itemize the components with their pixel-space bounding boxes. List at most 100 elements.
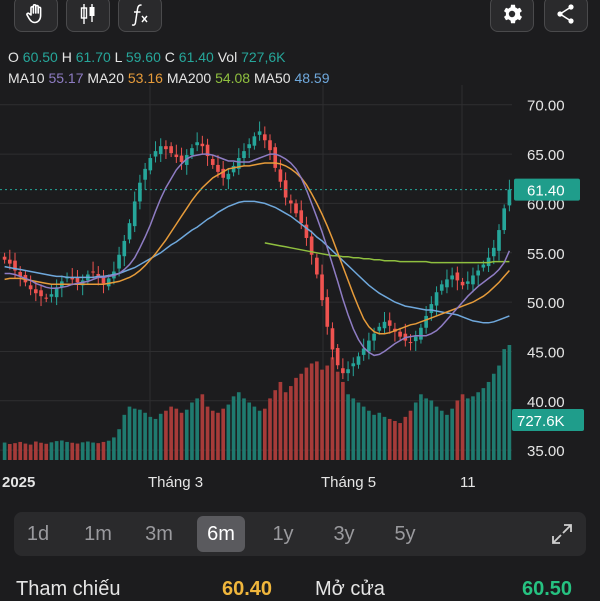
candle-body (335, 347, 340, 366)
tab-5y[interactable]: 5y (381, 516, 429, 552)
volume-bar (54, 441, 59, 460)
volume-bar (278, 381, 283, 460)
tab-6m[interactable]: 6m (197, 516, 245, 552)
open-label: O (8, 49, 19, 65)
volume-bar (502, 349, 507, 460)
volume-bar (143, 412, 147, 460)
ma200-label: MA200 (166, 70, 212, 86)
candle-body (39, 290, 43, 297)
candle-body (179, 155, 184, 162)
ma10-value: 55.17 (48, 70, 84, 86)
volume-bar (70, 442, 75, 460)
volume-bar (101, 441, 106, 460)
volume-bar (335, 371, 340, 460)
candle-body (169, 146, 173, 154)
candle-body (377, 326, 382, 331)
settings-button[interactable] (490, 0, 534, 32)
candle-body (91, 271, 95, 273)
volume-bar (138, 409, 142, 460)
candle-body (153, 151, 158, 157)
open-price-value: 60.50 (522, 578, 573, 600)
candle-body (216, 164, 220, 172)
volume-bar (7, 443, 12, 460)
candle-body (289, 200, 293, 204)
open-value: 60.50 (22, 49, 58, 65)
expand-icon[interactable] (550, 522, 574, 546)
tab-3m[interactable]: 3m (135, 516, 183, 552)
ma-lines (4, 153, 511, 357)
candle-body (315, 257, 319, 275)
candle-body (497, 230, 501, 251)
volume-bar (132, 408, 137, 460)
tab-1m[interactable]: 1m (74, 516, 122, 552)
candles (2, 121, 512, 382)
candle-body (174, 154, 179, 158)
candle-body (471, 275, 475, 285)
volume-bar (424, 398, 428, 460)
candle-body (273, 147, 278, 168)
candle-body (268, 140, 272, 151)
candle-body (476, 270, 480, 276)
x-tick-label: 2025 (2, 474, 35, 491)
candle-body (367, 340, 371, 352)
tab-1d[interactable]: 1d (14, 516, 62, 552)
tab-1y[interactable]: 1y (259, 516, 307, 552)
candle-body (164, 146, 168, 150)
volume-bar (75, 443, 80, 460)
ma20-line (4, 162, 510, 335)
y-tick-label: 55.00 (527, 246, 565, 263)
volume-bar (179, 412, 184, 460)
volume-bar (96, 443, 101, 460)
candle-body (106, 278, 111, 287)
volume-label: Vol (217, 49, 238, 65)
volume-bar (341, 381, 345, 460)
chart-type-button[interactable] (66, 0, 110, 32)
volume-bar (49, 442, 54, 460)
open-price-label: Mở cửa (315, 578, 385, 600)
last-volume-text: 727.6K (517, 413, 565, 430)
y-tick-label: 65.00 (527, 147, 565, 164)
candle-body (299, 210, 304, 224)
candle-body (200, 143, 205, 147)
volume-bar (86, 441, 90, 460)
candle-body (294, 203, 298, 214)
candle-body (148, 158, 153, 171)
volume-bars (2, 345, 512, 460)
volume-bar (268, 398, 272, 460)
candle-body (346, 369, 350, 374)
volume-bar (450, 408, 454, 460)
ohlc-readout: O 60.50 H 61.70 L 59.60 C 61.40 Vol 727,… (8, 49, 285, 65)
volume-bar (476, 392, 480, 460)
candle-body (408, 342, 413, 344)
volume-bar (289, 386, 293, 460)
candle-body (252, 136, 257, 146)
y-tick-label: 40.00 (527, 394, 565, 411)
y-tick-label: 45.00 (527, 344, 565, 361)
volume-bar (153, 418, 158, 460)
volume-bar (216, 412, 220, 460)
share-button[interactable] (544, 0, 588, 32)
tab-3y[interactable]: 3y (320, 516, 368, 552)
volume-bar (393, 420, 397, 460)
hand-tool-button[interactable] (14, 0, 58, 32)
volume-bar (195, 398, 199, 460)
volume-bar (200, 394, 205, 460)
candle-body (450, 275, 454, 280)
indicators-button[interactable] (118, 0, 162, 32)
volume-bar (460, 394, 465, 460)
function-icon (131, 4, 148, 26)
candle-body (445, 279, 449, 288)
candle-body (127, 223, 132, 240)
candle-body (434, 292, 439, 306)
candle-body (158, 146, 163, 155)
price-chart[interactable]: 70.0065.0060.0055.0050.0045.0040.0035.00… (0, 85, 600, 495)
volume-bar (210, 410, 215, 460)
volume-bar (304, 367, 309, 460)
volume-bar (226, 404, 231, 460)
volume-bar (497, 365, 501, 460)
y-tick-label: 50.00 (527, 295, 565, 312)
volume-bar (148, 416, 153, 460)
candle-body (382, 321, 387, 329)
volume-bar (80, 442, 85, 460)
candle-body (132, 201, 137, 227)
